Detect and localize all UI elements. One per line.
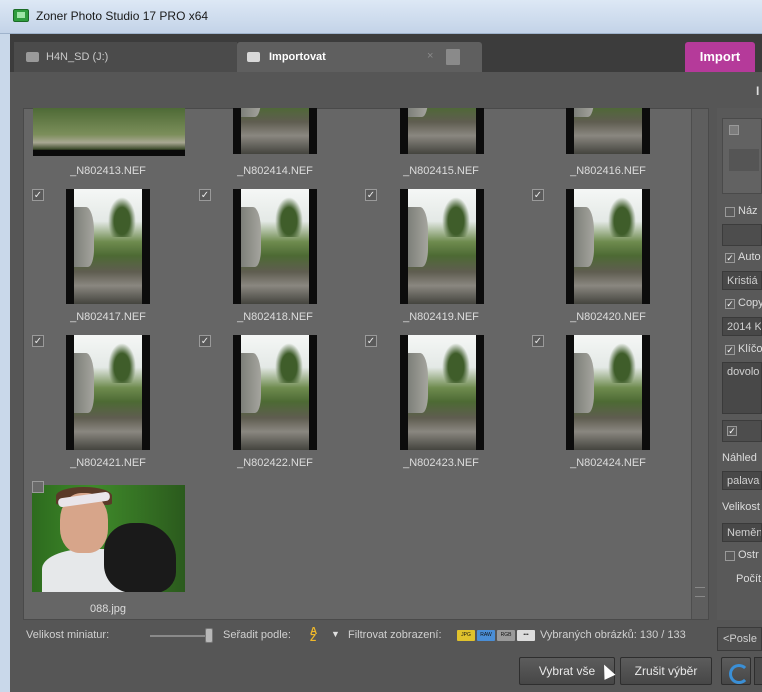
keywords-checkbox[interactable]: ✓: [725, 345, 735, 355]
filter-raw-icon[interactable]: RAW: [477, 630, 495, 641]
size-label: Velikost: [722, 501, 760, 513]
sharpen-label: Ostr: [738, 549, 759, 561]
group-checkbox[interactable]: [729, 125, 739, 135]
thumbnail-checkbox[interactable]: ✓: [532, 335, 544, 347]
author-label: Auto: [738, 251, 761, 263]
name-label: Náz: [738, 205, 758, 217]
filter-other-icon[interactable]: •••: [517, 630, 535, 641]
refresh-icon[interactable]: [721, 657, 751, 685]
keywords-field[interactable]: dovolo: [722, 362, 762, 414]
scrollbar-grip[interactable]: [695, 587, 705, 597]
thumbnail-label: _N802421.NEF: [70, 457, 146, 469]
folder-icon: [26, 52, 39, 62]
thumbnail-image[interactable]: [66, 189, 150, 304]
thumbnail-checkbox[interactable]: ✓: [199, 335, 211, 347]
thumbnail-image[interactable]: [33, 108, 185, 156]
thumbnail-checkbox[interactable]: [32, 481, 44, 493]
keywords-label: Klíčo: [738, 343, 762, 355]
tab-label: Importovat: [269, 51, 326, 63]
count-label: Počít: [736, 573, 762, 585]
filter-jpg-icon[interactable]: JPG: [457, 630, 475, 641]
preview-checkbox[interactable]: ✓: [727, 426, 737, 436]
copyright-field[interactable]: 2014 K: [722, 317, 762, 336]
name-checkbox[interactable]: [725, 207, 735, 217]
more-button[interactable]: [754, 657, 762, 685]
thumbnail-checkbox[interactable]: ✓: [365, 335, 377, 347]
window-title: Zoner Photo Studio 17 PRO x64: [36, 9, 209, 23]
window-titlebar: Zoner Photo Studio 17 PRO x64: [0, 0, 762, 34]
deselect-button[interactable]: Zrušit výběr: [620, 657, 712, 685]
thumbnail-size-label: Velikost miniatur:: [26, 629, 110, 641]
thumbnail-label: _N802415.NEF: [403, 165, 479, 177]
thumbnail-label: _N802420.NEF: [570, 311, 646, 323]
tab-h4n-sd[interactable]: H4N_SD (J:): [14, 42, 237, 72]
thumbnail-checkbox[interactable]: ✓: [32, 335, 44, 347]
thumbnail-image[interactable]: [400, 108, 484, 154]
copyright-label: Copy: [738, 297, 762, 309]
author-checkbox[interactable]: ✓: [725, 253, 735, 263]
preview-label: Náhled: [722, 452, 757, 464]
tab-label: H4N_SD (J:): [46, 51, 109, 63]
camera-icon: [247, 52, 260, 62]
tab-bar: H4N_SD (J:) Importovat × Import: [10, 34, 762, 72]
thumbnail-image[interactable]: [566, 335, 650, 450]
thumbnail-checkbox[interactable]: ✓: [532, 189, 544, 201]
size-dropdown[interactable]: Neměn: [722, 523, 762, 542]
preview-field[interactable]: palava: [722, 471, 762, 490]
destination-field[interactable]: <Posle: [717, 627, 762, 651]
thumbnail-label: _N802422.NEF: [237, 457, 313, 469]
thumbnail-image[interactable]: [233, 335, 317, 450]
sub-header: I: [10, 72, 762, 108]
name-field[interactable]: [722, 224, 762, 246]
thumbnail-label: _N802413.NEF: [70, 165, 146, 177]
thumbnail-label: _N802419.NEF: [403, 311, 479, 323]
thumbnail-image[interactable]: [400, 189, 484, 304]
selected-count: Vybraných obrázků: 130 / 133: [540, 629, 686, 641]
thumbnail-checkbox[interactable]: ✓: [365, 189, 377, 201]
sort-az-icon[interactable]: AZ: [310, 627, 330, 644]
filter-label: Filtrovat zobrazení:: [348, 629, 442, 641]
thumbnail-label: _N802424.NEF: [570, 457, 646, 469]
thumbnail-label: 088.jpg: [89, 603, 127, 615]
thumbnail-image[interactable]: [66, 335, 150, 450]
sharpen-checkbox[interactable]: [725, 551, 735, 561]
thumbnail-label: _N802418.NEF: [237, 311, 313, 323]
slider-handle[interactable]: [205, 628, 213, 643]
thumbnail-label: _N802414.NEF: [237, 165, 313, 177]
thumbnail-image[interactable]: [566, 108, 650, 154]
settings-group-box: [722, 118, 762, 194]
thumbnail-label: _N802417.NEF: [70, 311, 146, 323]
thumbnail-image[interactable]: [566, 189, 650, 304]
thumbnail-checkbox[interactable]: ✓: [199, 189, 211, 201]
thumbnail-image[interactable]: [233, 189, 317, 304]
import-mode-button[interactable]: Import: [685, 42, 755, 72]
grid-toolbar: Velikost miniatur: Seřadit podle: AZ ▼ F…: [23, 625, 713, 647]
thumbnail-label: _N802416.NEF: [570, 165, 646, 177]
app-logo-icon: [13, 9, 29, 22]
sort-label: Seřadit podle:: [223, 629, 291, 641]
thumbnail-image[interactable]: [400, 335, 484, 450]
thumbnail-checkbox[interactable]: ✓: [32, 189, 44, 201]
thumbnail-label: _N802423.NEF: [403, 457, 479, 469]
thumbnail-size-slider[interactable]: [150, 635, 212, 637]
grid-scrollbar[interactable]: [691, 109, 708, 619]
group-field[interactable]: [729, 149, 759, 171]
panel-heading-letter: I: [756, 84, 760, 98]
filter-rgb-icon[interactable]: RGB: [497, 630, 515, 641]
thumbnail-image[interactable]: [32, 485, 185, 592]
chevron-down-icon[interactable]: ▼: [331, 629, 340, 639]
new-tab-icon[interactable]: [446, 49, 460, 65]
author-field[interactable]: Kristiá: [722, 271, 762, 290]
close-tab-icon[interactable]: ×: [427, 50, 433, 62]
copyright-checkbox[interactable]: ✓: [725, 299, 735, 309]
thumbnail-image[interactable]: [233, 108, 317, 154]
